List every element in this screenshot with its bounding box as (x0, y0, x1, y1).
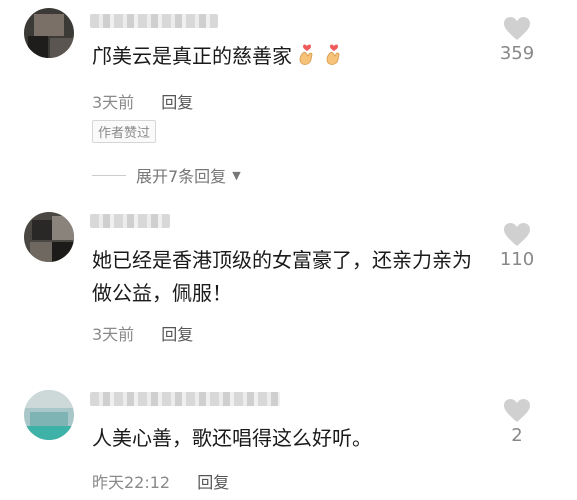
comment-meta: 3天前 回复 (92, 321, 193, 345)
finger-heart-emoji (295, 42, 319, 76)
avatar[interactable] (24, 212, 74, 262)
like-button[interactable]: 2 (492, 398, 542, 446)
expand-replies-button[interactable]: 展开7条回复 ▼ (92, 163, 241, 187)
heart-icon (504, 399, 530, 422)
comment-meta: 昨天22:12 回复 (92, 469, 229, 493)
comment-text: 她已经是香港顶级的女富豪了，还亲力亲为做公益，佩服！ (92, 248, 472, 305)
comment-time: 3天前 (92, 93, 135, 112)
avatar[interactable] (24, 8, 74, 58)
like-button[interactable]: 359 (492, 16, 542, 64)
finger-heart-emoji (322, 42, 346, 76)
divider (92, 174, 126, 176)
comment-time: 3天前 (92, 325, 135, 344)
reply-button[interactable]: 回复 (197, 473, 229, 492)
like-count: 110 (499, 249, 535, 270)
expand-replies-label: 展开7条回复 (136, 167, 227, 186)
reply-button[interactable]: 回复 (161, 93, 193, 112)
comment-meta: 3天前 回复 (92, 89, 193, 113)
chevron-down-icon: ▼ (232, 168, 241, 182)
author-liked-badge: 作者赞过 (92, 120, 157, 143)
comment-time: 昨天22:12 (92, 473, 171, 492)
username-blurred[interactable] (90, 14, 218, 28)
comment-text-content: 邝美云是真正的慈善家 (92, 44, 292, 68)
username-blurred[interactable] (90, 214, 170, 228)
username-blurred[interactable] (90, 392, 280, 406)
reply-button[interactable]: 回复 (161, 325, 193, 344)
like-count: 2 (511, 425, 523, 446)
comment-text: 邝美云是真正的慈善家 (92, 40, 472, 76)
comment-text: 人美心善，歌还唱得这么好听。 (92, 426, 372, 450)
heart-icon (504, 223, 530, 246)
heart-icon (504, 17, 530, 40)
like-count: 359 (499, 43, 535, 64)
avatar[interactable] (24, 390, 74, 440)
like-button[interactable]: 110 (492, 222, 542, 270)
